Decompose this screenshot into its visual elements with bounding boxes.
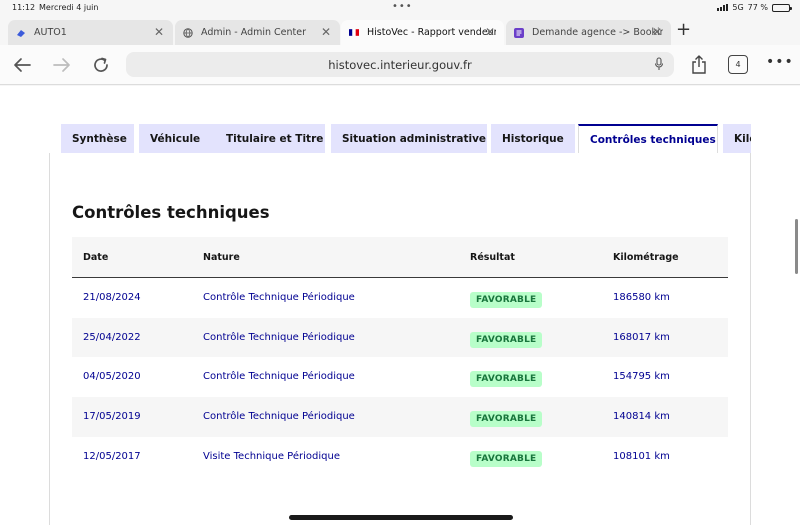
vehicle-report-tabs: Synthèse Véhicule Titulaire et Titre Sit… — [61, 124, 751, 153]
inspection-mileage: 168017 km — [613, 331, 670, 343]
browser-tab-demande-agence[interactable]: Demande agence -> Booking ✕ — [506, 20, 671, 45]
inspection-mileage: 154795 km — [613, 371, 670, 383]
result-badge: FAVORABLE — [470, 450, 543, 467]
inspection-date: 21/08/2024 — [83, 292, 141, 303]
column-header-date: Date — [83, 252, 109, 263]
close-tab-icon[interactable]: ✕ — [321, 26, 331, 38]
column-header-result: Résultat — [470, 252, 515, 263]
page-title: Contrôles techniques — [72, 203, 270, 222]
table-row: 21/08/2024 Contrôle Technique Périodique… — [72, 278, 728, 318]
close-tab-icon[interactable]: ✕ — [652, 26, 662, 38]
inspection-mileage: 186580 km — [613, 292, 670, 303]
inspection-date: 04/05/2020 — [83, 371, 141, 383]
tab-overview-button[interactable]: 4 — [728, 55, 748, 74]
scrollbar-thumb[interactable] — [795, 219, 798, 274]
tab-strip: AUTO1 ✕ Admin - Admin Center ✕ HistoVec … — [0, 17, 800, 45]
close-tab-icon[interactable]: ✕ — [154, 26, 164, 38]
share-icon[interactable] — [688, 54, 710, 76]
table-row: 25/04/2022 Contrôle Technique Périodique… — [72, 317, 728, 358]
close-tab-icon[interactable]: ✕ — [485, 26, 495, 38]
table-row: 17/05/2019 Contrôle Technique Périodique… — [72, 397, 728, 437]
browser-tab-admin-center[interactable]: Admin - Admin Center ✕ — [175, 20, 340, 45]
forward-arrow-icon[interactable] — [51, 54, 73, 76]
inspection-date: 12/05/2017 — [83, 450, 141, 462]
result-badge: FAVORABLE — [470, 371, 543, 388]
battery-label: 77 % — [747, 3, 768, 12]
microphone-icon[interactable] — [654, 57, 664, 74]
clock: 11:12 — [12, 3, 36, 12]
date: Mercredi 4 juin — [39, 3, 99, 12]
inspection-nature: Contrôle Technique Périodique — [203, 331, 355, 343]
inspection-nature: Visite Technique Périodique — [203, 450, 340, 462]
table-row: 12/05/2017 Visite Technique Périodique F… — [72, 437, 728, 477]
tab-titulaire-titre[interactable]: Titulaire et Titre — [215, 124, 325, 153]
inspection-nature: Contrôle Technique Périodique — [203, 292, 355, 303]
globe-icon — [183, 27, 193, 38]
inspection-nature: Contrôle Technique Périodique — [203, 371, 355, 383]
back-arrow-icon[interactable] — [11, 54, 33, 76]
battery-icon — [772, 3, 792, 12]
browser-tab-auto1[interactable]: AUTO1 ✕ — [8, 20, 173, 45]
tab-title: Admin - Admin Center — [201, 27, 307, 38]
network-label: 5G — [732, 3, 744, 12]
tab-situation-administrative[interactable]: Situation administrative — [331, 124, 487, 153]
table-header: Date Nature Résultat Kilométrage — [72, 237, 728, 278]
inspection-nature: Contrôle Technique Périodique — [203, 411, 355, 423]
tab-vehicule[interactable]: Véhicule — [139, 124, 220, 153]
result-badge: FAVORABLE — [470, 411, 543, 428]
status-indicators: 5G 77 % — [717, 3, 792, 12]
more-options-icon[interactable]: ••• — [766, 54, 794, 70]
inspection-date: 17/05/2019 — [83, 411, 141, 423]
column-header-nature: Nature — [203, 252, 240, 263]
result-badge: FAVORABLE — [470, 292, 543, 308]
table-row: 04/05/2020 Contrôle Technique Périodique… — [72, 357, 728, 397]
tab-title: Demande agence -> Booking — [532, 27, 663, 38]
browser-toolbar: histovec.interieur.gouv.fr 4 ••• — [0, 45, 800, 85]
url-text: histovec.interieur.gouv.fr — [328, 57, 472, 72]
inspection-mileage: 140814 km — [613, 411, 670, 423]
reload-icon[interactable] — [90, 54, 112, 76]
browser-tab-histovec[interactable]: HistoVec - Rapport vendeur ✕ — [341, 20, 504, 45]
tab-historique[interactable]: Historique — [491, 124, 575, 153]
new-tab-plus-icon[interactable]: + — [676, 20, 691, 40]
result-badge: FAVORABLE — [470, 331, 543, 348]
status-bar: 11:12 Mercredi 4 juin ••• 5G 77 % — [0, 0, 800, 16]
tab-controles-techniques[interactable]: Contrôles techniques — [578, 124, 718, 153]
tab-title: HistoVec - Rapport vendeur — [367, 27, 496, 38]
column-header-mileage: Kilométrage — [613, 252, 679, 263]
tab-synthese[interactable]: Synthèse — [61, 124, 134, 153]
multitask-dots-icon[interactable]: ••• — [392, 1, 413, 12]
tab-title: AUTO1 — [34, 27, 67, 38]
form-favicon-icon — [514, 27, 524, 38]
address-bar[interactable]: histovec.interieur.gouv.fr — [126, 52, 674, 77]
inspection-mileage: 108101 km — [613, 450, 670, 462]
technical-inspections-table: Date Nature Résultat Kilométrage 21/08/2… — [72, 237, 728, 476]
auto1-favicon-icon — [16, 28, 26, 38]
signal-icon — [717, 4, 729, 11]
french-flag-icon — [349, 28, 359, 38]
inspection-date: 25/04/2022 — [83, 331, 141, 343]
tab-kilometrage[interactable]: Kilométrage — [723, 124, 751, 153]
home-indicator[interactable] — [289, 515, 513, 520]
